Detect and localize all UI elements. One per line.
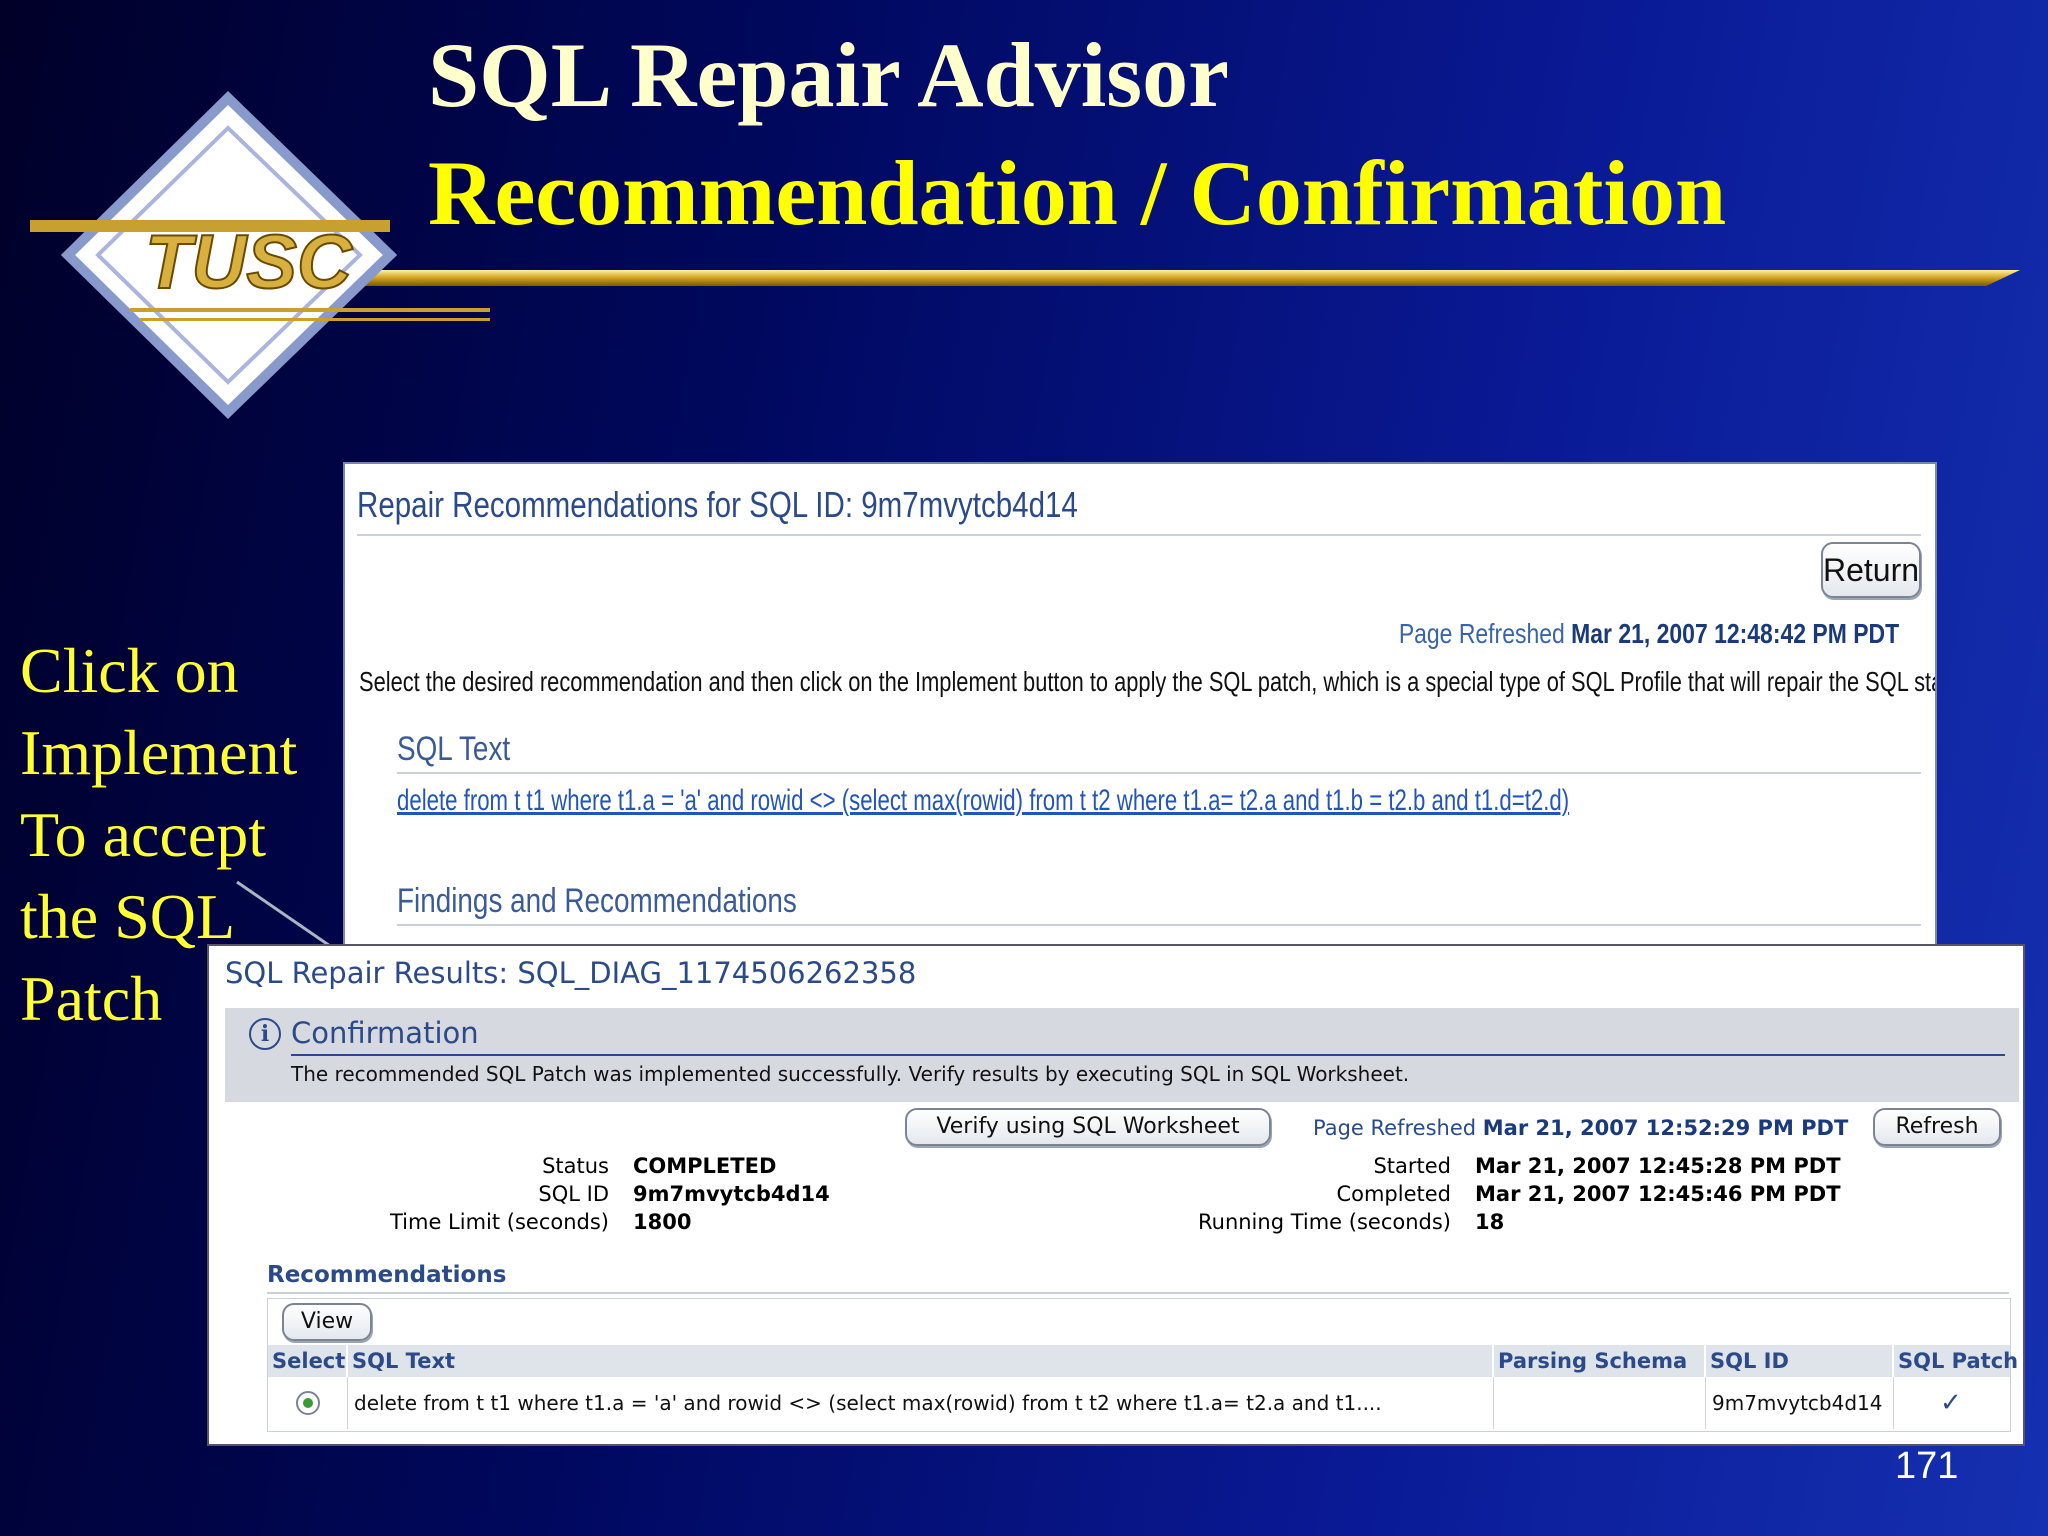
detail-label: Started xyxy=(1373,1154,1451,1178)
checkmark-icon: ✓ xyxy=(1940,1388,1962,1418)
side-note-line: Click on xyxy=(20,635,239,706)
page-refreshed: Page Refreshed Mar 21, 2007 12:48:42 PM … xyxy=(1399,618,1899,650)
column-header-sql-id: SQL ID xyxy=(1706,1345,1894,1377)
repair-recommendations-panel: Repair Recommendations for SQL ID: 9m7mv… xyxy=(343,462,1937,962)
sql-repair-results-panel: SQL Repair Results: SQL_DIAG_11745062623… xyxy=(207,944,2025,1446)
sql-text-link[interactable]: delete from t t1 where t1.a = 'a' and ro… xyxy=(397,784,1569,818)
title-underline-bar xyxy=(330,270,2020,286)
logo-text: TUSC xyxy=(145,220,353,305)
instruction-text: Select the desired recommendation and th… xyxy=(359,666,1937,697)
info-icon: i xyxy=(249,1018,281,1050)
detail-label: Running Time (seconds) xyxy=(1197,1210,1451,1234)
slide-title-line2: Recommendation / Confirmation xyxy=(428,142,1727,244)
sql-text-heading: SQL Text xyxy=(397,730,511,768)
detail-value: Mar 21, 2007 12:45:46 PM PDT xyxy=(1475,1182,1841,1206)
column-header-sql-text: SQL Text xyxy=(348,1345,1494,1377)
divider xyxy=(291,1054,2005,1056)
refresh-button[interactable]: Refresh xyxy=(1873,1108,2001,1146)
divider xyxy=(397,772,1921,774)
recommendations-table: View Select SQL Text Parsing Schema SQL … xyxy=(267,1298,2019,1432)
slide-title-line1: SQL Repair Advisor xyxy=(428,24,1229,126)
page-refreshed-label: Page Refreshed xyxy=(1398,618,1565,649)
column-header-select: Select xyxy=(268,1345,348,1377)
detail-label: Completed xyxy=(1336,1182,1451,1206)
detail-label: Status xyxy=(542,1154,609,1178)
pointer-line xyxy=(236,880,334,950)
select-cell xyxy=(268,1377,348,1429)
left-details: Status SQL ID Time Limit (seconds) COMPL… xyxy=(209,1152,909,1242)
tusc-logo: TUSC xyxy=(30,91,490,419)
detail-label: SQL ID xyxy=(538,1182,609,1206)
confirmation-box: i Confirmation The recommended SQL Patch… xyxy=(225,1008,2019,1102)
detail-value: COMPLETED xyxy=(633,1154,777,1178)
findings-heading: Findings and Recommendations xyxy=(397,882,797,920)
confirmation-title: Confirmation xyxy=(291,1016,479,1050)
page-number: 171 xyxy=(1895,1445,1959,1487)
repair-page-title: Repair Recommendations for SQL ID: 9m7mv… xyxy=(357,484,1078,525)
table-row: delete from t t1 where t1.a = 'a' and ro… xyxy=(268,1377,2010,1429)
detail-label: Time Limit (seconds) xyxy=(389,1210,609,1234)
sql-text-cell: delete from t t1 where t1.a = 'a' and ro… xyxy=(348,1377,1494,1429)
side-note-line: Implement xyxy=(20,717,298,788)
page-refreshed-value: Mar 21, 2007 12:52:29 PM PDT xyxy=(1482,1116,1849,1140)
detail-value: Mar 21, 2007 12:45:28 PM PDT xyxy=(1475,1154,1841,1178)
select-radio[interactable] xyxy=(296,1391,320,1415)
recommendations-heading: Recommendations xyxy=(267,1262,507,1288)
view-button[interactable]: View xyxy=(282,1303,372,1341)
detail-value: 18 xyxy=(1475,1210,1505,1234)
column-header-sql-patch: SQL Patch xyxy=(1898,1349,2019,1373)
parsing-schema-cell xyxy=(1494,1377,1706,1429)
detail-value: 1800 xyxy=(633,1210,692,1234)
sql-id-cell: 9m7mvytcb4d14 xyxy=(1706,1377,1894,1429)
page-refreshed-value: Mar 21, 2007 12:48:42 PM PDT xyxy=(1571,618,1899,649)
verify-sql-worksheet-button[interactable]: Verify using SQL Worksheet xyxy=(905,1108,1271,1146)
results-page-title: SQL Repair Results: SQL_DIAG_11745062623… xyxy=(225,956,917,990)
return-button[interactable]: Return xyxy=(1821,542,1921,598)
divider xyxy=(357,534,1921,536)
divider xyxy=(397,924,1921,926)
right-details: Started Completed Running Time (seconds)… xyxy=(1099,1152,1999,1242)
column-header-parsing-schema: Parsing Schema xyxy=(1494,1345,1706,1377)
sql-patch-cell: ✓ xyxy=(1894,1377,2012,1429)
detail-value: 9m7mvytcb4d14 xyxy=(633,1182,830,1206)
table-header-row: Select SQL Text Parsing Schema SQL ID SQ… xyxy=(268,1345,2019,1377)
confirmation-message: The recommended SQL Patch was implemente… xyxy=(291,1062,1410,1086)
divider xyxy=(267,1292,2009,1294)
side-note-line: To accept xyxy=(20,799,267,870)
page-refreshed-label: Page Refreshed xyxy=(1313,1116,1477,1140)
page-refreshed: Page Refreshed Mar 21, 2007 12:52:29 PM … xyxy=(1313,1116,1848,1140)
